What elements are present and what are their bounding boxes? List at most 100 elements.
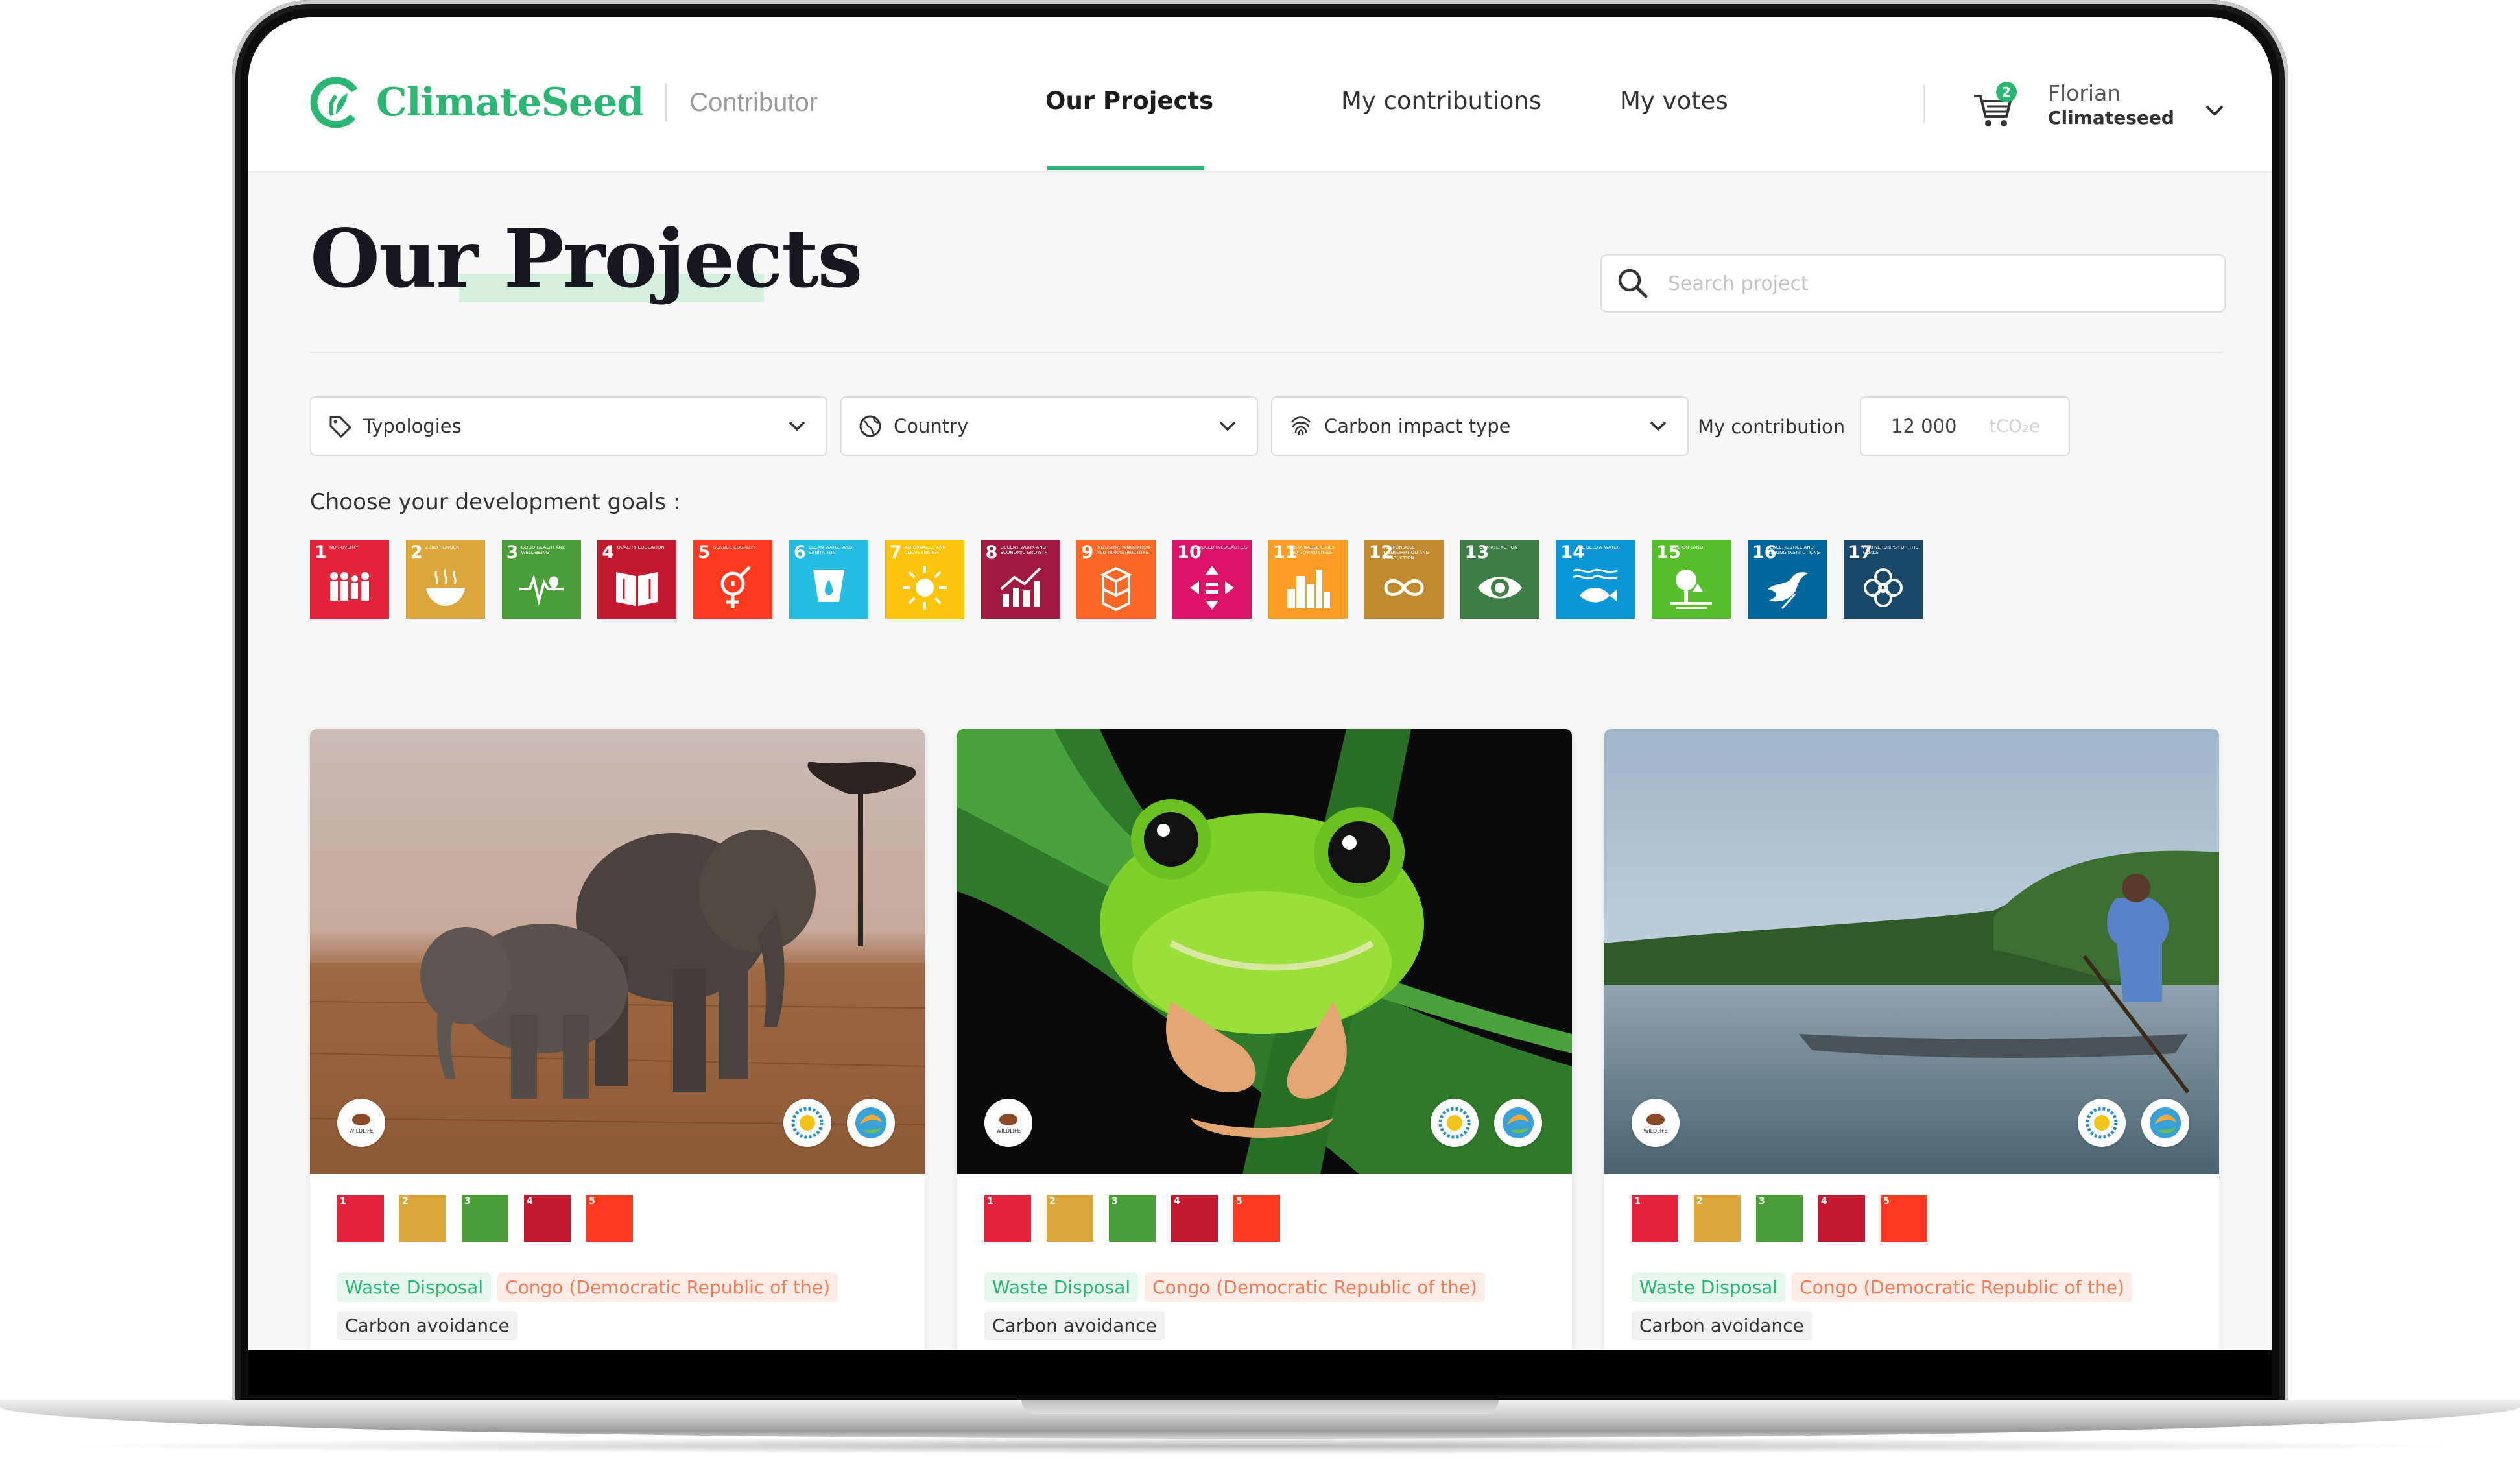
sdg-goal-6[interactable]: 6 Clean water and sanitation xyxy=(789,540,868,619)
project-card[interactable]: WILDLIFE 1 2 3 4 5 Waste Disposal Congo (… xyxy=(310,729,925,1350)
nav-our-projects[interactable]: Our Projects xyxy=(1045,87,1213,115)
fish-icon xyxy=(1573,568,1618,603)
project-tags: Waste Disposal Congo (Democratic Republic… xyxy=(1632,1273,2139,1340)
project-card[interactable]: WILDLIFE 1 2 3 4 5 Waste Disposal Congo (… xyxy=(1604,729,2219,1350)
svg-text:WILDLIFE: WILDLIFE xyxy=(996,1128,1020,1134)
project-sdgs: 1 2 3 4 5 xyxy=(337,1195,648,1242)
sdg-5-icon: 5 xyxy=(586,1195,633,1242)
sdg-number: 6 xyxy=(793,542,806,562)
sdg-title: Decent work and economic growth xyxy=(1000,545,1048,555)
tag-icon xyxy=(329,416,352,439)
contribution-unit: tCO₂e xyxy=(1989,416,2040,437)
sdg-title: Reduced inequalities xyxy=(1192,545,1248,550)
sdg-goal-4[interactable]: 4 Quality education xyxy=(597,540,677,619)
standard-badge-icon xyxy=(2141,1099,2189,1147)
country-label: Country xyxy=(894,415,969,437)
cubes-icon xyxy=(1100,566,1132,612)
book-icon xyxy=(616,572,658,606)
sdg-number: 2 xyxy=(410,542,423,562)
contribution-value: 12 000 xyxy=(1891,415,1957,437)
sdg-3-icon: 3 xyxy=(462,1195,508,1242)
project-sdgs: 1 2 3 4 5 xyxy=(1632,1195,1943,1242)
standard-badge-icon xyxy=(847,1099,895,1147)
infinity-icon xyxy=(1384,579,1424,596)
search-box[interactable] xyxy=(1600,254,2226,313)
sdg-goal-7[interactable]: 7 Affordable and clean energy xyxy=(885,540,964,619)
partner-logo-icon: WILDLIFE xyxy=(984,1099,1032,1147)
impact-tag: Carbon avoidance xyxy=(1632,1311,1812,1340)
nav-my-votes[interactable]: My votes xyxy=(1620,87,1728,115)
sdg-goal-16[interactable]: 16 Peace, justice and strong institutions xyxy=(1747,540,1827,619)
sdg-title: Sustainable cities and communities xyxy=(1287,545,1335,555)
project-card[interactable]: WILDLIFE 1 2 3 4 5 Waste Disposal Congo (… xyxy=(957,729,1572,1350)
sdg-goal-8[interactable]: 8 Decent work and economic growth xyxy=(981,540,1060,619)
sdg-1-icon: 1 xyxy=(984,1195,1031,1242)
section-divider xyxy=(310,352,2223,353)
project-sdgs: 1 2 3 4 5 xyxy=(984,1195,1296,1242)
certification-badge-icon xyxy=(1431,1099,1479,1147)
sdg-4-icon: 4 xyxy=(1171,1195,1218,1242)
sdg-goal-5[interactable]: 5 Gender equality xyxy=(693,540,773,619)
contribution-input[interactable]: 12 000 tCO₂e xyxy=(1860,396,2070,456)
heartbeat-icon xyxy=(519,574,564,606)
equality-icon xyxy=(1190,566,1235,610)
nav-divider xyxy=(1923,84,1925,123)
partner-logo-icon: WILDLIFE xyxy=(1632,1099,1680,1147)
country-tag: Congo (Democratic Republic of the) xyxy=(497,1273,838,1302)
country-tag: Congo (Democratic Republic of the) xyxy=(1792,1273,2132,1302)
sdg-title: Industry, innovation and infrastructure xyxy=(1096,545,1150,555)
project-tags: Waste Disposal Congo (Democratic Republic… xyxy=(984,1273,1492,1340)
sdg-goal-12[interactable]: 12 Responsible consumption and production xyxy=(1364,540,1444,619)
project-tags: Waste Disposal Congo (Democratic Republic… xyxy=(337,1273,844,1340)
sdg-title: Partnerships for the goals xyxy=(1862,545,1918,555)
country-filter[interactable]: Country xyxy=(840,396,1258,456)
laptop-bezel xyxy=(248,1350,2272,1395)
user-name: Florian xyxy=(2048,80,2121,106)
sdg-goal-9[interactable]: 9 Industry, innovation and infrastructure xyxy=(1076,540,1156,619)
sdg-number: 8 xyxy=(985,542,998,562)
sdg-4-icon: 4 xyxy=(1818,1195,1865,1242)
sdg-goal-1[interactable]: 1 No poverty xyxy=(310,540,389,619)
brand-logo[interactable]: ClimateSeed Contributor xyxy=(310,77,818,128)
sdg-5-icon: 5 xyxy=(1233,1195,1280,1242)
svg-text:WILDLIFE: WILDLIFE xyxy=(349,1128,373,1134)
chevron-down-icon[interactable] xyxy=(2202,97,2228,123)
sdg-goal-15[interactable]: 15 Life on land xyxy=(1652,540,1731,619)
climateseed-logo-icon xyxy=(310,77,362,128)
partner-logo-icon: WILDLIFE xyxy=(337,1099,385,1147)
cart-count-badge: 2 xyxy=(1996,82,2017,102)
project-image-river xyxy=(1604,729,2219,1174)
typologies-filter[interactable]: Typologies xyxy=(310,396,827,456)
globe-icon xyxy=(859,415,881,437)
gender-icon xyxy=(720,566,751,608)
fingerprint-icon xyxy=(1291,416,1311,436)
search-input[interactable] xyxy=(1667,271,2201,296)
chevron-down-icon xyxy=(789,421,805,431)
sdg-goal-11[interactable]: 11 Sustainable cities and communities xyxy=(1268,540,1348,619)
sdg-3-icon: 3 xyxy=(1756,1195,1803,1242)
sdg-title: Peace, justice and strong institutions xyxy=(1766,545,1820,555)
sdg-goal-13[interactable]: 13 Climate action xyxy=(1460,540,1539,619)
sdg-number: 5 xyxy=(698,542,710,562)
impact-tag: Carbon avoidance xyxy=(337,1311,517,1340)
chevron-down-icon xyxy=(1650,421,1667,431)
user-menu[interactable]: Florian Climateseed xyxy=(2048,80,2174,128)
project-image-elephants xyxy=(310,729,925,1174)
family-icon xyxy=(330,572,369,601)
sdg-title: Quality education xyxy=(617,545,665,550)
sdg-goal-14[interactable]: 14 Life below water xyxy=(1556,540,1635,619)
sdg-title: Life on land xyxy=(1671,545,1704,550)
sdg-title: Responsible consumption and production xyxy=(1383,545,1429,560)
sdg-goal-2[interactable]: 2 Zero hunger xyxy=(405,540,485,619)
typology-tag: Waste Disposal xyxy=(1632,1273,1786,1302)
carbon-impact-filter[interactable]: Carbon impact type xyxy=(1271,396,1689,456)
sdg-goal-17[interactable]: 17 Partnerships for the goals xyxy=(1843,540,1923,619)
nav-my-contributions[interactable]: My contributions xyxy=(1341,87,1541,115)
sdg-1-icon: 1 xyxy=(1632,1195,1678,1242)
laptop-shadow xyxy=(39,1437,2481,1454)
sdg-goal-10[interactable]: 10 Reduced inequalities xyxy=(1172,540,1252,619)
eye-globe-icon xyxy=(1477,577,1522,599)
impact-tag: Carbon avoidance xyxy=(984,1311,1165,1340)
sdg-title: Life below water xyxy=(1575,545,1620,550)
sdg-goal-3[interactable]: 3 Good health and well-being xyxy=(501,540,581,619)
